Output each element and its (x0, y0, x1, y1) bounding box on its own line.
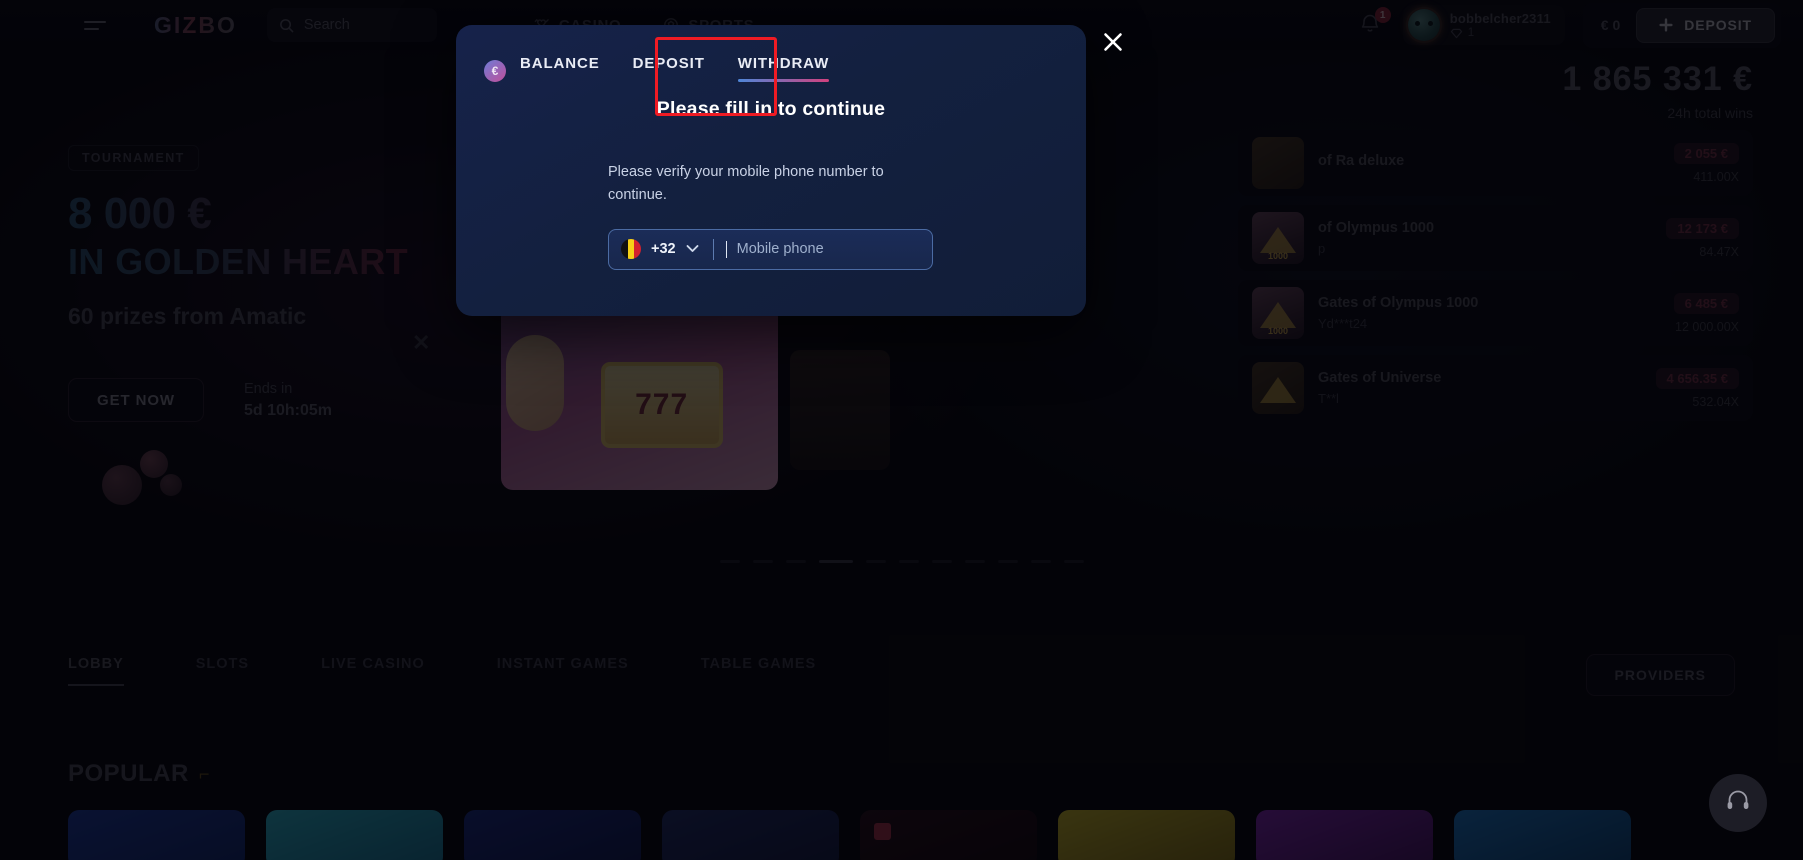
tab-withdraw[interactable]: WITHDRAW (737, 55, 830, 86)
modal-heading: Please fill in to continue (656, 98, 886, 120)
euro-coin-icon: € (484, 59, 506, 82)
close-icon[interactable] (1098, 27, 1128, 57)
field-divider (712, 238, 714, 260)
text-caret (725, 240, 727, 258)
tab-deposit[interactable]: DEPOSIT (633, 55, 705, 86)
mobile-phone-input[interactable]: Mobile phone (737, 241, 824, 257)
withdraw-modal-layer: € BALANCE DEPOSIT WITHDRAW Please fill i… (0, 0, 1803, 860)
modal-description: Please verify your mobile phone number t… (608, 164, 884, 203)
tab-balance[interactable]: BALANCE (520, 55, 600, 86)
modal-tab-bar: € BALANCE DEPOSIT WITHDRAW (456, 25, 1086, 86)
chevron-down-icon[interactable] (686, 240, 699, 258)
belgium-flag-icon (621, 239, 641, 260)
dial-code: +32 (651, 241, 676, 258)
wallet-modal: € BALANCE DEPOSIT WITHDRAW Please fill i… (456, 25, 1086, 316)
phone-input-group[interactable]: +32 Mobile phone (608, 228, 933, 270)
